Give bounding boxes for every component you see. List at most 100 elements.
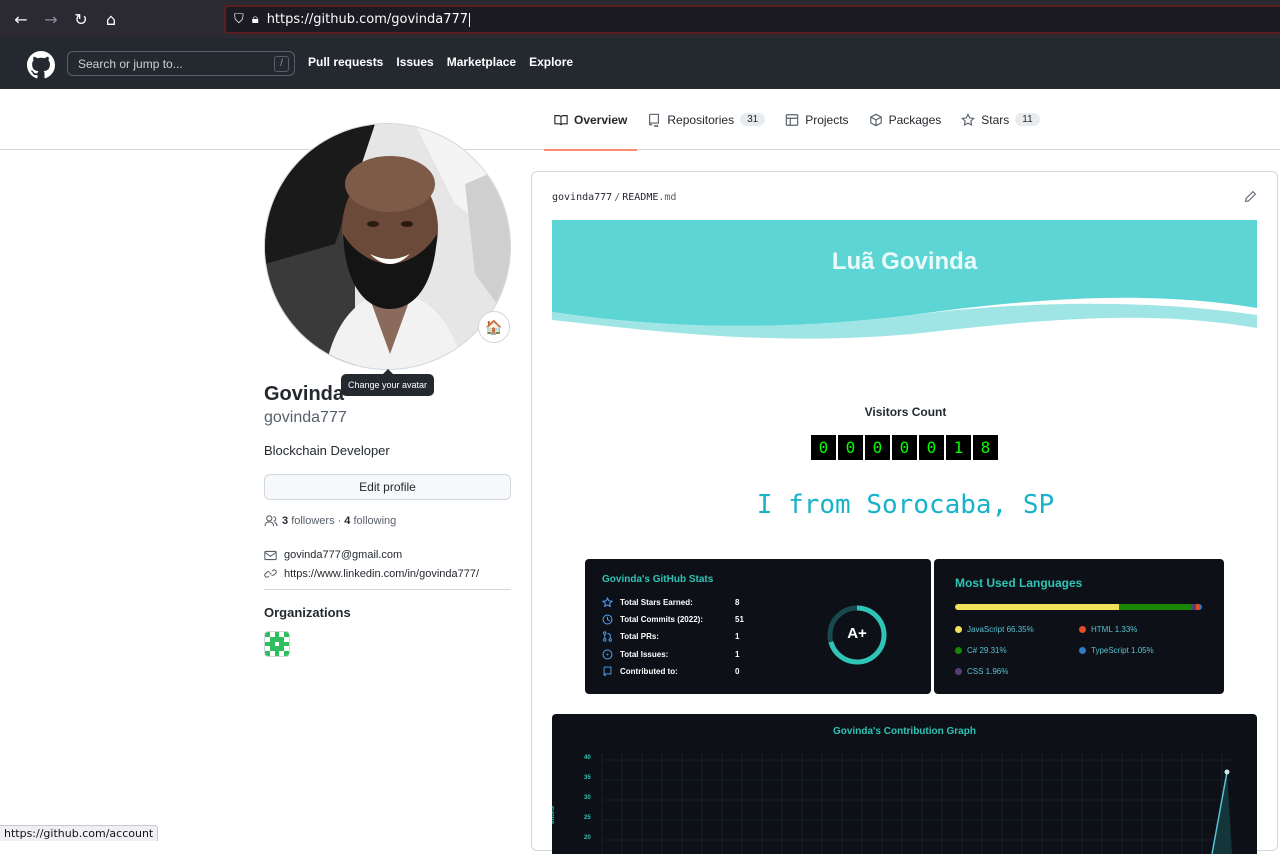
language-item: C# 29.31%	[955, 646, 1007, 655]
y-tick: 25	[584, 815, 591, 821]
stat-row: Contributed to: 0	[602, 666, 739, 677]
search-input[interactable]: Search or jump to... /	[67, 51, 295, 76]
counter-digit: 0	[865, 435, 890, 460]
tab-overview[interactable]: Overview	[544, 89, 638, 151]
nav-issues[interactable]: Issues	[396, 55, 433, 69]
github-logo-icon[interactable]	[27, 51, 55, 79]
package-icon	[869, 113, 882, 126]
y-tick: 40	[584, 755, 591, 761]
nav-pull-requests[interactable]: Pull requests	[308, 55, 383, 69]
lang-segment-typescript	[1199, 604, 1202, 610]
stat-label: Total Issues:	[620, 650, 669, 659]
profile-sidebar: 🏠 Change your avatar Govinda govinda777 …	[264, 123, 511, 657]
languages-card: Most Used Languages JavaScript 66.35% C#…	[934, 559, 1224, 694]
lang-segment-csharp	[1118, 604, 1192, 610]
organizations-heading: Organizations	[264, 605, 351, 620]
stats-card-title: Govinda's GitHub Stats	[602, 574, 714, 585]
profile-tabs-bar: Overview Repositories 31 Projects Packag…	[0, 89, 1280, 151]
follow-stats: 3 followers · 4 following	[264, 515, 511, 527]
visitors-count-title: Visitors Count	[864, 405, 947, 419]
organization-avatar[interactable]	[264, 631, 290, 657]
nav-explore[interactable]: Explore	[529, 55, 573, 69]
profile-tabs: Overview Repositories 31 Projects Packag…	[544, 89, 1050, 151]
avatar-container: 🏠 Change your avatar	[264, 123, 511, 396]
stat-value: 0	[735, 667, 740, 676]
url-text[interactable]: https://github.com/govinda777	[267, 12, 468, 27]
tab-projects[interactable]: Projects	[775, 89, 858, 150]
browser-toolbar: ← → ↻ ⌂ ⛉ 🔒︎ https://github.com/govinda7…	[0, 0, 1280, 38]
language-dot	[955, 647, 962, 654]
tab-repositories[interactable]: Repositories 31	[637, 89, 775, 150]
readme-owner[interactable]: govinda777	[552, 192, 612, 203]
tab-label: Overview	[574, 112, 628, 127]
following-label: following	[353, 515, 397, 527]
search-placeholder: Search or jump to...	[78, 56, 183, 71]
stat-value: 1	[735, 632, 740, 641]
tab-packages[interactable]: Packages	[859, 89, 952, 150]
book-icon	[554, 114, 568, 125]
stat-label: Total Stars Earned:	[620, 598, 693, 607]
star-icon	[602, 597, 613, 608]
language-label: TypeScript 1.05%	[1091, 646, 1154, 655]
grade-ring: A+	[827, 605, 887, 665]
people-icon	[264, 515, 278, 527]
y-axis-label: utions	[552, 806, 556, 824]
contribution-plot	[601, 754, 1232, 854]
table-icon	[785, 113, 799, 126]
y-tick: 20	[584, 835, 591, 841]
website-link[interactable]: https://www.linkedin.com/in/govinda777/	[284, 568, 479, 580]
email-row: govinda777@gmail.com	[264, 549, 511, 561]
profile-login: govinda777	[264, 409, 347, 426]
nav-marketplace[interactable]: Marketplace	[447, 55, 516, 69]
website-row: https://www.linkedin.com/in/govinda777/	[264, 567, 511, 580]
github-header: Search or jump to... / Pull requests Iss…	[0, 38, 1280, 89]
url-bar[interactable]: ⛉ 🔒︎ https://github.com/govinda777	[224, 5, 1280, 34]
stat-row: Total PRs: 1	[602, 631, 739, 642]
counter-digit: 0	[892, 435, 917, 460]
header-nav: Pull requests Issues Marketplace Explore	[308, 55, 573, 69]
avatar-photo	[265, 124, 510, 369]
stat-value: 1	[735, 650, 740, 659]
y-tick: 30	[584, 795, 591, 801]
banner-title: Luã Govinda	[831, 248, 978, 275]
stat-label: Total Commits (2022):	[620, 615, 703, 624]
pencil-icon[interactable]	[1244, 190, 1257, 203]
back-arrow-icon[interactable]: ←	[6, 4, 36, 34]
text-caret	[469, 12, 471, 27]
language-item: TypeScript 1.05%	[1079, 646, 1154, 655]
stat-value: 8	[735, 598, 740, 607]
forward-arrow-icon[interactable]: →	[36, 4, 66, 34]
stars-counter: 11	[1015, 113, 1040, 126]
followers-link[interactable]: 3 followers	[282, 515, 335, 527]
email-link[interactable]: govinda777@gmail.com	[284, 549, 402, 561]
status-emoji[interactable]: 🏠	[478, 311, 510, 343]
reload-icon[interactable]: ↻	[66, 4, 96, 34]
stat-value: 51	[735, 615, 744, 624]
languages-bar	[955, 604, 1202, 610]
profile-details: govinda777@gmail.com https://www.linkedi…	[264, 549, 511, 580]
shield-icon: ⛉	[234, 12, 244, 27]
counter-digit: 0	[919, 435, 944, 460]
tab-stars[interactable]: Stars 11	[951, 89, 1049, 150]
language-item: HTML 1.33%	[1079, 625, 1137, 634]
repo-icon	[603, 666, 612, 676]
divider	[264, 589, 511, 590]
counter-digit: 0	[811, 435, 836, 460]
following-link[interactable]: 4 following	[344, 515, 396, 527]
lock-icon: 🔒︎	[251, 12, 259, 27]
y-tick: 35	[584, 775, 591, 781]
home-icon[interactable]: ⌂	[96, 4, 126, 34]
edit-profile-button[interactable]: Edit profile	[264, 474, 511, 500]
readme-file[interactable]: README	[622, 192, 658, 203]
avatar[interactable]	[264, 123, 511, 370]
stat-row: Total Commits (2022): 51	[602, 614, 744, 625]
link-icon	[264, 569, 277, 578]
language-dot	[1079, 626, 1086, 633]
repo-icon	[649, 113, 660, 127]
data-point	[1224, 769, 1230, 775]
tab-label: Packages	[888, 112, 942, 127]
stat-label: Contributed to:	[620, 667, 678, 676]
stat-row: Total Stars Earned: 8	[602, 597, 739, 608]
language-label: HTML 1.33%	[1091, 625, 1138, 634]
counter-digit: 0	[838, 435, 863, 460]
